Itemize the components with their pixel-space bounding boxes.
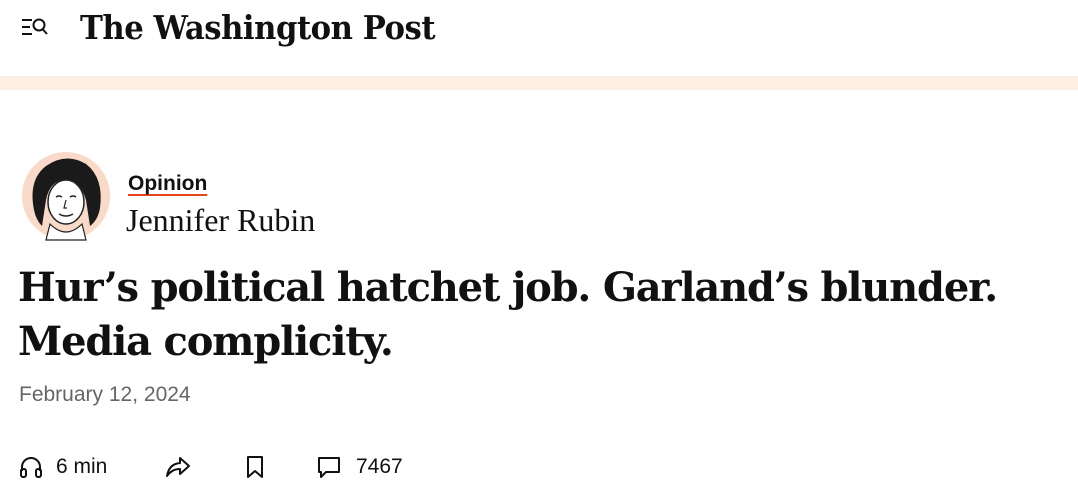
article-actions: 6 min 7467: [18, 452, 438, 482]
site-header: The Washington Post: [0, 0, 1078, 76]
save-button[interactable]: [244, 452, 266, 482]
article-headline: Hur’s political hatchet job. Garland’s b…: [18, 264, 998, 365]
header-divider-band: [0, 76, 1078, 90]
comments-button[interactable]: 7467: [316, 452, 403, 482]
washington-post-logo[interactable]: The Washington Post: [80, 6, 436, 50]
comment-icon: [316, 454, 342, 480]
opinion-section-link[interactable]: Opinion: [128, 172, 207, 196]
share-icon: [164, 454, 192, 480]
bookmark-icon: [244, 454, 266, 480]
listen-duration: 6 min: [56, 455, 108, 478]
comments-count: 7467: [356, 455, 403, 478]
publish-date: February 12, 2024: [19, 383, 191, 406]
author-avatar[interactable]: [20, 150, 112, 242]
listen-button[interactable]: 6 min: [18, 452, 107, 482]
headphones-icon: [18, 454, 44, 480]
menu-search-icon[interactable]: [20, 14, 52, 42]
author-name[interactable]: Jennifer Rubin: [126, 202, 315, 239]
share-button[interactable]: [164, 452, 192, 482]
